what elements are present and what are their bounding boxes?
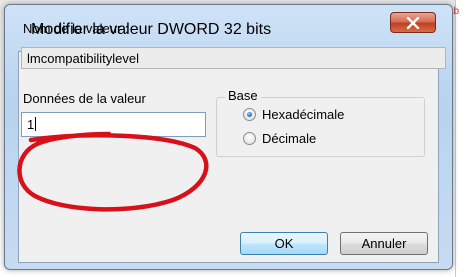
radio-decimal-label: Décimale [262, 131, 317, 146]
radio-checked-icon[interactable] [243, 108, 256, 121]
value-name-field: lmcompatibilitylevel [21, 47, 446, 69]
radio-decimal[interactable]: Décimale [243, 131, 316, 146]
radio-unchecked-icon[interactable] [243, 132, 256, 145]
close-button[interactable] [390, 12, 436, 33]
cancel-button[interactable]: Annuler [340, 232, 428, 255]
close-icon [406, 16, 420, 29]
ok-button[interactable]: OK [240, 232, 328, 255]
value-name-label: Nom de la valeur : [23, 21, 129, 36]
dword-edit-dialog: Modifier la valeur DWORD 32 bits Nom de … [4, 4, 453, 270]
value-data-label: Données de la valeur [23, 91, 146, 106]
radio-hexadecimal[interactable]: Hexadécimale [243, 107, 344, 122]
text-caret [35, 117, 37, 131]
value-data-input[interactable]: 1 [21, 112, 206, 137]
background-window [455, 0, 466, 277]
base-groupbox [216, 97, 425, 157]
radio-hexadecimal-label: Hexadécimale [262, 107, 345, 122]
base-legend: Base [225, 88, 261, 103]
value-data-text: 1 [27, 117, 35, 132]
